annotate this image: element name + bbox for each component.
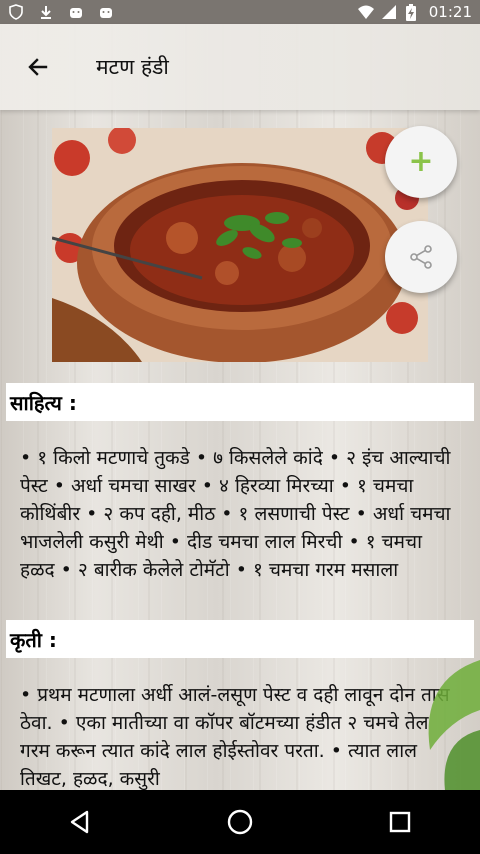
navigation-bar: [0, 790, 480, 854]
arrow-left-icon: [28, 58, 48, 76]
ingredients-heading: साहित्य :: [6, 383, 474, 421]
shield-icon: [8, 4, 24, 20]
share-icon: [410, 245, 432, 269]
add-to-favorites-button[interactable]: +: [385, 126, 457, 198]
status-time: 01:21: [428, 3, 472, 21]
page-title: मटण हंडी: [96, 55, 169, 79]
wifi-icon: [357, 4, 374, 20]
battery-charging-icon: [405, 4, 421, 21]
triangle-back-icon: [70, 810, 89, 834]
signal-icon: [381, 4, 397, 20]
back-button[interactable]: [14, 43, 62, 91]
share-button[interactable]: [385, 221, 457, 293]
download-icon: [38, 4, 54, 20]
ingredients-text: • १ किलो मटणाचे तुकडे • ७ किसलेले कांदे …: [20, 447, 451, 581]
android-icon: [68, 4, 84, 20]
nav-home-button[interactable]: [210, 792, 270, 852]
nav-back-button[interactable]: [50, 792, 110, 852]
status-bar: 01:21: [0, 0, 480, 24]
plus-icon: +: [408, 144, 434, 179]
app-bar: मटण हंडी: [0, 24, 480, 110]
nav-recents-button[interactable]: [370, 792, 430, 852]
square-recents-icon: [389, 811, 411, 833]
recipe-image: [52, 128, 428, 362]
decorative-leaf: [390, 640, 480, 790]
android-icon: [98, 4, 114, 20]
circle-home-icon: [227, 809, 253, 835]
